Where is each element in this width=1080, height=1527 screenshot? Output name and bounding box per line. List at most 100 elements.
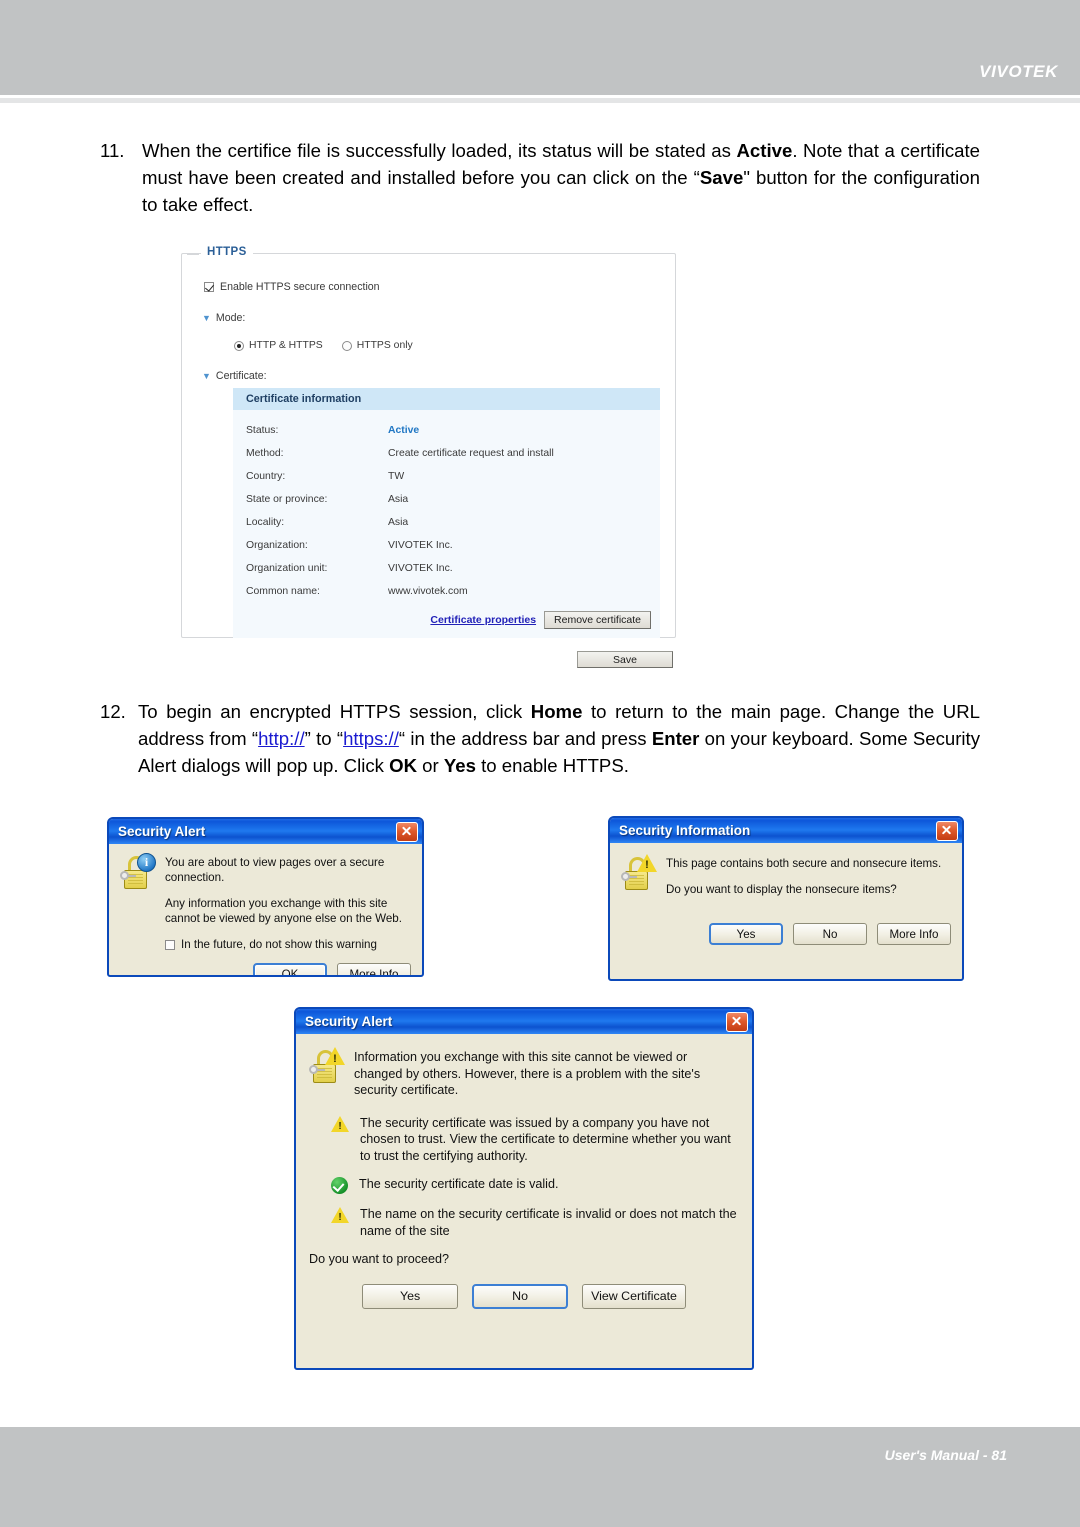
enable-https-row[interactable]: Enable HTTPS secure connection: [204, 281, 380, 293]
chevron-down-icon: ▼: [202, 370, 211, 381]
step-12-bold-ok: OK: [389, 755, 418, 776]
step-12-text-6: or: [417, 755, 444, 776]
page-header: VIVOTEK: [0, 0, 1080, 95]
mode-label: Mode:: [215, 312, 246, 324]
radio-http-and-https[interactable]: [234, 340, 244, 351]
cert-value-organization: VIVOTEK Inc.: [388, 540, 453, 551]
step-11-bold-active: Active: [736, 140, 793, 161]
page-number: User's Manual - 81: [884, 1447, 1007, 1463]
more-info-button[interactable]: More Info: [877, 923, 951, 945]
cert-key-locality: Locality:: [246, 517, 285, 528]
alert1-line-1: You are about to view pages over a secur…: [165, 856, 385, 884]
cert-value-locality: Asia: [388, 517, 409, 528]
save-button[interactable]: Save: [577, 651, 673, 668]
step-11-bold-save: Save: [699, 167, 744, 188]
list-item: The security certificate date is valid.: [309, 1176, 739, 1194]
check-ok-icon: [331, 1177, 348, 1194]
certificate-information-table: Certificate information Status: Active M…: [233, 388, 660, 638]
certificate-section-header: ▼ Certificate:: [202, 370, 267, 382]
cert-key-common-name: Common name:: [246, 586, 320, 597]
vivotek-logo: VIVOTEK: [979, 62, 1058, 81]
table-row: Organization unit: VIVOTEK Inc.: [233, 557, 660, 580]
do-not-show-warning-label: In the future, do not show this warning: [181, 938, 377, 951]
cert-value-state: Asia: [388, 494, 409, 505]
step-11-text-1: When the certifice file is successfully …: [142, 140, 737, 161]
cert-key-status: Status:: [246, 425, 279, 436]
warning-icon: [331, 1207, 349, 1227]
alert2-bullet-2: The security certificate date is valid.: [359, 1177, 559, 1191]
radio-https-only[interactable]: [341, 340, 352, 351]
http-link[interactable]: http://: [258, 728, 305, 749]
dialog-title-bar[interactable]: Security Alert: [296, 1009, 752, 1034]
yes-button[interactable]: Yes: [709, 923, 783, 945]
alert1-line-2: Any information you exchange with this s…: [165, 897, 402, 925]
step-12-number: 12.: [100, 701, 126, 722]
dialog-title: Security Alert: [305, 1014, 393, 1029]
mode-radio-group[interactable]: HTTP & HTTPS HTTPS only: [234, 340, 413, 351]
table-row: Common name: www.vivotek.com: [233, 580, 660, 603]
warning-icon: [331, 1115, 349, 1135]
step-12-bold-enter: Enter: [651, 728, 700, 749]
enable-https-checkbox[interactable]: [204, 282, 214, 292]
dialog-body: i You are about to view pages over a sec…: [109, 844, 422, 975]
close-icon[interactable]: [726, 1011, 748, 1032]
do-not-show-warning-row[interactable]: In the future, do not show this warning: [165, 937, 411, 952]
certificate-actions: Certificate properties Remove certificat…: [233, 607, 660, 638]
dialog-title: Security Information: [619, 823, 751, 838]
cert-key-organization: Organization:: [246, 540, 308, 551]
info-line-2: Do you want to display the nonsecure ite…: [666, 883, 897, 896]
alert2-question: Do you want to proceed?: [309, 1252, 450, 1266]
step-11-number: 11.: [100, 140, 125, 161]
table-row: Organization: VIVOTEK Inc.: [233, 534, 660, 557]
alert2-bullet-3: The name on the security certificate is …: [360, 1207, 737, 1238]
step-12-text-1: To begin an encrypted HTTPS session, cli…: [138, 701, 531, 722]
security-alert-dialog-2: Security Alert Information you exchange …: [294, 1007, 754, 1370]
step-12-bold-home: Home: [530, 701, 583, 722]
step-12-text-4: “ in the address bar and press: [398, 728, 652, 749]
dialog-title-bar[interactable]: Security Alert: [109, 819, 422, 844]
step-11-paragraph: 11. When the certifice file is successfu…: [100, 137, 980, 218]
certificate-properties-link[interactable]: Certificate properties: [430, 614, 536, 626]
table-row: Country: TW: [233, 465, 660, 488]
alert2-intro: Information you exchange with this site …: [354, 1050, 701, 1097]
chevron-down-icon: ▼: [202, 312, 211, 323]
no-button[interactable]: No: [793, 923, 867, 945]
https-config-screenshot: HTTPS Enable HTTPS secure connection ▼ M…: [181, 246, 696, 678]
view-certificate-button[interactable]: View Certificate: [582, 1283, 686, 1309]
step-12-text-3: ” to “: [304, 728, 344, 749]
more-info-button[interactable]: More Info: [337, 963, 411, 975]
yes-button[interactable]: Yes: [362, 1283, 459, 1309]
page-footer: User's Manual - 81: [0, 1427, 1080, 1527]
close-icon[interactable]: [396, 821, 418, 842]
close-icon[interactable]: [936, 820, 958, 841]
radio-https-only-label: HTTPS only: [356, 340, 413, 351]
no-button[interactable]: No: [472, 1283, 569, 1309]
radio-http-and-https-label: HTTP & HTTPS: [249, 340, 323, 351]
https-panel-legend: HTTPS: [201, 246, 253, 258]
table-row: Locality: Asia: [233, 511, 660, 534]
mode-section-header: ▼ Mode:: [202, 312, 245, 324]
ok-button[interactable]: OK: [253, 963, 327, 975]
header-divider: [0, 98, 1080, 103]
padlock-warning-icon: [309, 1047, 345, 1085]
remove-certificate-button[interactable]: Remove certificate: [544, 611, 651, 629]
padlock-info-icon: i: [120, 853, 156, 891]
legend-dash: [187, 254, 199, 255]
alert2-bullet-1: The security certificate was issued by a…: [360, 1115, 731, 1163]
certificate-table-title: Certificate information: [233, 388, 660, 410]
certificate-label: Certificate:: [215, 370, 267, 382]
https-link[interactable]: https://: [343, 728, 399, 749]
security-alert-dialog-1: Security Alert i You are about to view p…: [107, 817, 424, 977]
do-not-show-warning-checkbox[interactable]: [165, 939, 175, 950]
dialog-title-bar[interactable]: Security Information: [610, 818, 962, 843]
step-12-text-7: to enable HTTPS.: [475, 755, 629, 776]
list-item: The security certificate was issued by a…: [309, 1115, 739, 1165]
dialog-title: Security Alert: [118, 824, 206, 839]
step-12-bold-yes: Yes: [443, 755, 476, 776]
info-line-1: This page contains both secure and nonse…: [666, 857, 942, 870]
cert-key-country: Country:: [246, 471, 286, 482]
cert-key-organization-unit: Organization unit:: [246, 563, 328, 574]
padlock-warning-icon: [621, 854, 657, 892]
list-item: The name on the security certificate is …: [309, 1206, 739, 1239]
dialog-body: This page contains both secure and nonse…: [610, 843, 962, 955]
